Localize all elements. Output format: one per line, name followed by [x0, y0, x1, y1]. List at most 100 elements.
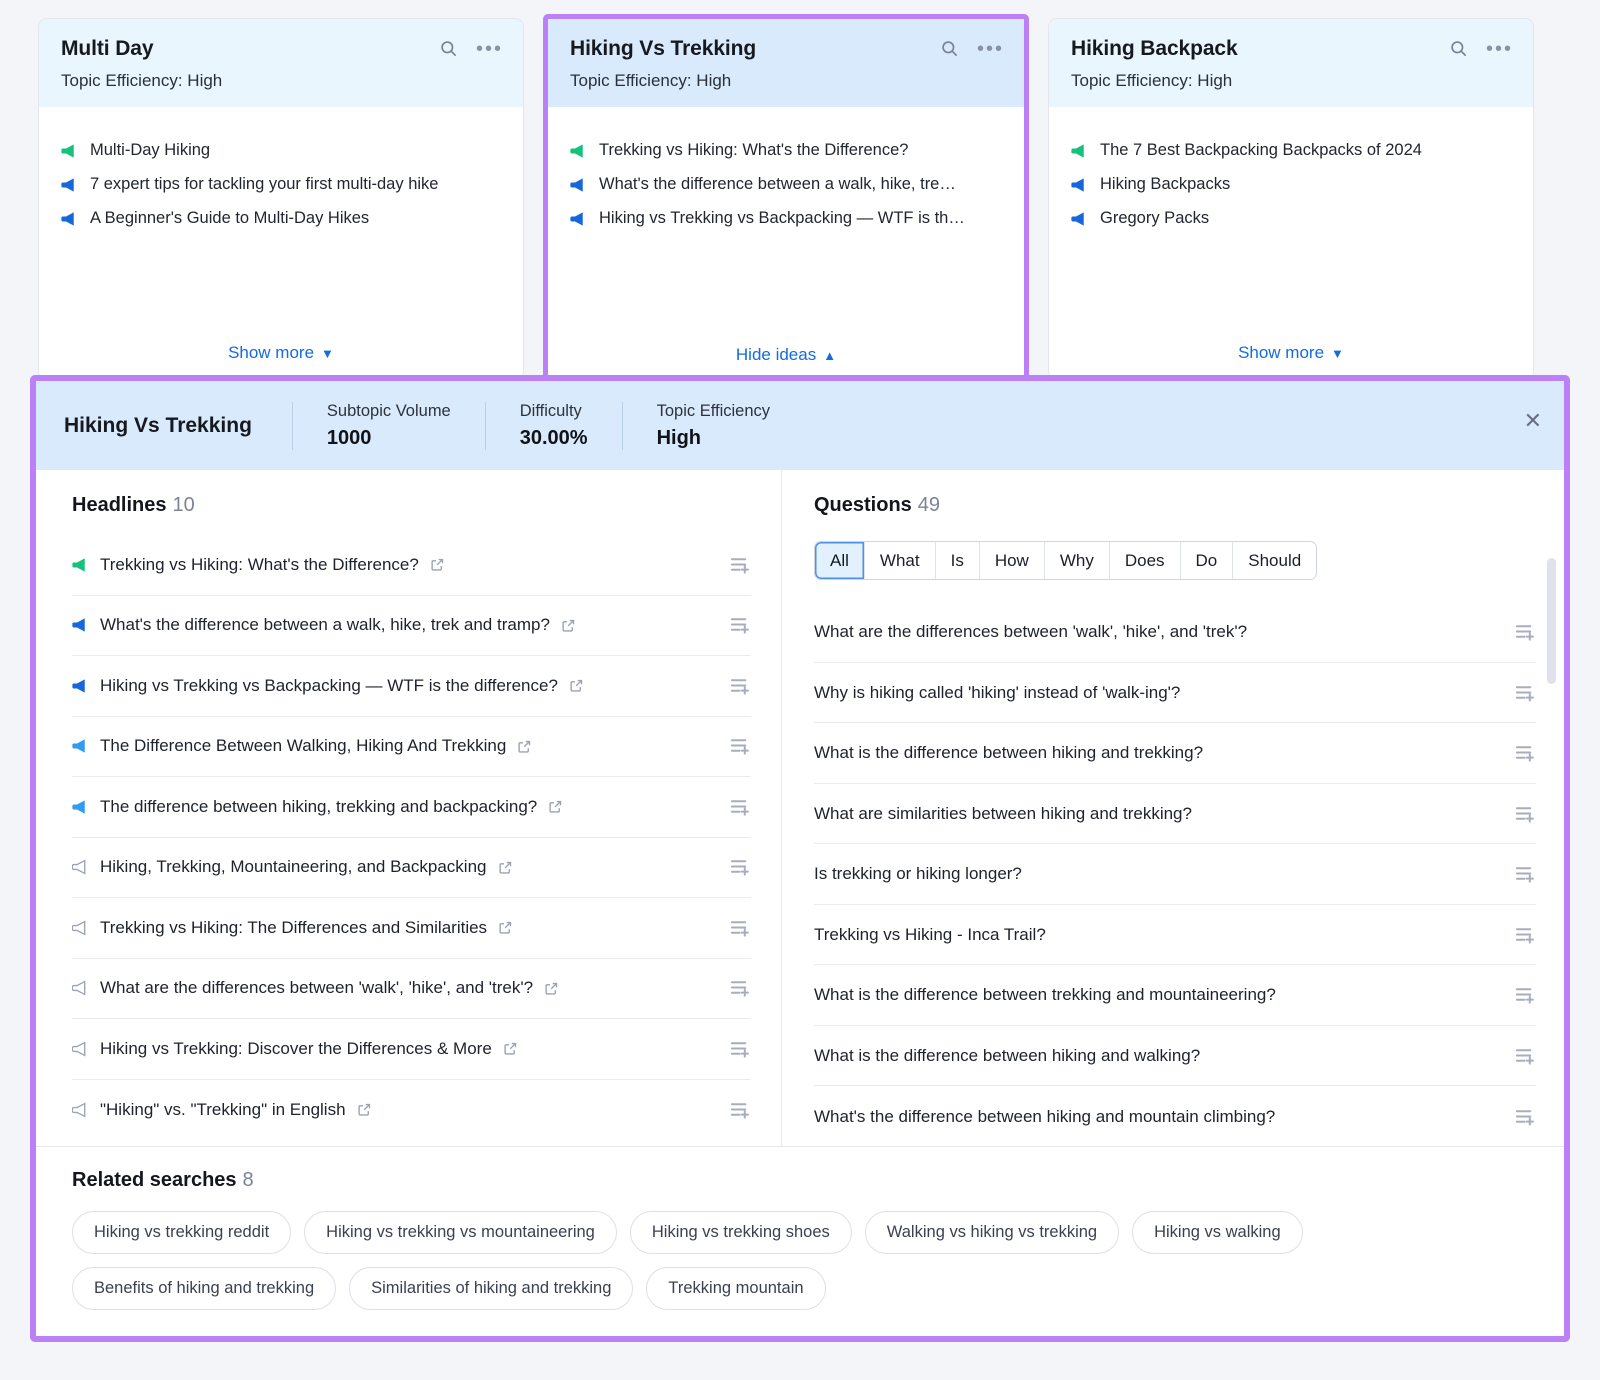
question-row[interactable]: What are similarities between hiking and…: [814, 784, 1536, 845]
question-filter-how[interactable]: How: [980, 542, 1045, 579]
related-search-chip[interactable]: Benefits of hiking and trekking: [72, 1267, 336, 1310]
external-link-icon[interactable]: [503, 1041, 518, 1056]
search-icon[interactable]: [940, 39, 959, 58]
question-filter-should[interactable]: Should: [1233, 542, 1316, 579]
show-more-button[interactable]: Show more ▼: [228, 343, 334, 363]
related-search-chip[interactable]: Trekking mountain: [646, 1267, 825, 1310]
megaphone-icon: [72, 859, 91, 875]
metric-value: High: [657, 427, 770, 450]
search-icon[interactable]: [439, 39, 458, 58]
question-row[interactable]: What's the difference between hiking and…: [814, 1086, 1536, 1147]
add-to-list-icon[interactable]: [730, 798, 751, 816]
add-to-list-icon[interactable]: [730, 737, 751, 755]
question-row[interactable]: What is the difference between hiking an…: [814, 723, 1536, 784]
list-item[interactable]: Hiking Backpacks: [1071, 175, 1513, 194]
headline-row[interactable]: What's the difference between a walk, hi…: [72, 596, 751, 657]
chevron-down-icon: ▼: [321, 346, 334, 361]
headline-row[interactable]: Hiking vs Trekking: Discover the Differe…: [72, 1019, 751, 1080]
add-to-list-icon[interactable]: [730, 1040, 751, 1058]
external-link-icon[interactable]: [357, 1102, 372, 1117]
list-item[interactable]: 7 expert tips for tackling your first mu…: [61, 175, 503, 194]
more-options-icon[interactable]: •••: [476, 43, 503, 55]
add-to-list-icon[interactable]: [1515, 865, 1536, 883]
add-to-list-icon[interactable]: [730, 979, 751, 997]
more-options-icon[interactable]: •••: [1486, 43, 1513, 55]
headline-row[interactable]: The difference between hiking, trekking …: [72, 777, 751, 838]
add-to-list-icon[interactable]: [1515, 684, 1536, 702]
question-filter-is[interactable]: Is: [936, 542, 980, 579]
headline-row[interactable]: Trekking vs Hiking: What's the Differenc…: [72, 535, 751, 596]
headline-label: The difference between hiking, trekking …: [100, 797, 537, 817]
question-filter-all[interactable]: All: [815, 542, 865, 579]
question-row[interactable]: What are the differences between 'walk',…: [814, 602, 1536, 663]
add-to-list-icon[interactable]: [730, 858, 751, 876]
external-link-icon[interactable]: [498, 860, 513, 875]
add-to-list-icon[interactable]: [730, 556, 751, 574]
question-filter-why[interactable]: Why: [1045, 542, 1110, 579]
more-options-icon[interactable]: •••: [977, 43, 1004, 55]
close-icon[interactable]: ✕: [1524, 410, 1542, 432]
headline-row[interactable]: What are the differences between 'walk',…: [72, 959, 751, 1020]
external-link-icon[interactable]: [544, 981, 559, 996]
question-row[interactable]: Trekking vs Hiking - Inca Trail?: [814, 905, 1536, 966]
megaphone-icon: [1071, 143, 1090, 159]
question-row[interactable]: What is the difference between hiking an…: [814, 1026, 1536, 1087]
question-row[interactable]: Is trekking or hiking longer?: [814, 844, 1536, 905]
list-item[interactable]: Gregory Packs: [1071, 209, 1513, 228]
add-to-list-icon[interactable]: [1515, 926, 1536, 944]
external-link-icon[interactable]: [430, 557, 445, 572]
subtopic-card-hiking-vs-trekking-highlight[interactable]: Hiking Vs Trekking ••• Topic Efficiency:…: [543, 14, 1029, 386]
add-to-list-icon[interactable]: [1515, 623, 1536, 641]
questions-scrollbar[interactable]: [1547, 558, 1556, 684]
headline-row[interactable]: Trekking vs Hiking: The Differences and …: [72, 898, 751, 959]
list-item[interactable]: Hiking vs Trekking vs Backpacking — WTF …: [570, 209, 1004, 228]
related-search-chip[interactable]: Hiking vs walking: [1132, 1211, 1303, 1254]
add-to-list-icon[interactable]: [730, 616, 751, 634]
card-title: Hiking Vs Trekking: [570, 37, 940, 60]
card-ideas-list: Trekking vs Hiking: What's the Differenc…: [548, 107, 1024, 345]
list-item[interactable]: What's the difference between a walk, hi…: [570, 175, 1004, 194]
add-to-list-icon[interactable]: [1515, 805, 1536, 823]
external-link-icon[interactable]: [561, 618, 576, 633]
question-label: What are similarities between hiking and…: [814, 804, 1192, 824]
question-filter-do[interactable]: Do: [1181, 542, 1234, 579]
external-link-icon[interactable]: [569, 678, 584, 693]
add-to-list-icon[interactable]: [1515, 1108, 1536, 1126]
headline-label: What's the difference between a walk, hi…: [100, 615, 550, 635]
questions-list: What are the differences between 'walk',…: [782, 602, 1564, 1147]
headline-text: The difference between hiking, trekking …: [72, 797, 730, 817]
related-search-chip[interactable]: Hiking vs trekking vs mountaineering: [304, 1211, 617, 1254]
headline-row[interactable]: Hiking, Trekking, Mountaineering, and Ba…: [72, 838, 751, 899]
external-link-icon[interactable]: [548, 799, 563, 814]
search-icon[interactable]: [1449, 39, 1468, 58]
related-search-chip[interactable]: Similarities of hiking and trekking: [349, 1267, 633, 1310]
add-to-list-icon[interactable]: [1515, 744, 1536, 762]
question-filter-segmented-control[interactable]: AllWhatIsHowWhyDoesDoShould: [814, 541, 1317, 580]
related-search-chip[interactable]: Walking vs hiking vs trekking: [865, 1211, 1119, 1254]
question-row[interactable]: Why is hiking called 'hiking' instead of…: [814, 663, 1536, 724]
show-more-button[interactable]: Show more ▼: [1238, 343, 1344, 363]
list-item[interactable]: Trekking vs Hiking: What's the Differenc…: [570, 141, 1004, 160]
add-to-list-icon[interactable]: [730, 677, 751, 695]
question-filter-what[interactable]: What: [865, 542, 936, 579]
add-to-list-icon[interactable]: [1515, 1047, 1536, 1065]
question-filter-does[interactable]: Does: [1110, 542, 1181, 579]
external-link-icon[interactable]: [517, 739, 532, 754]
add-to-list-icon[interactable]: [1515, 986, 1536, 1004]
headline-row[interactable]: "Hiking" vs. "Trekking" in English: [72, 1080, 751, 1141]
headline-row[interactable]: Hiking vs Trekking vs Backpacking — WTF …: [72, 656, 751, 717]
subtopic-card-hiking-backpack[interactable]: Hiking Backpack ••• Topic Efficiency: Hi…: [1048, 18, 1534, 380]
external-link-icon[interactable]: [498, 920, 513, 935]
add-to-list-icon[interactable]: [730, 919, 751, 937]
hide-ideas-button[interactable]: Hide ideas ▲: [736, 345, 836, 365]
list-item[interactable]: Multi-Day Hiking: [61, 141, 503, 160]
headline-row[interactable]: The Difference Between Walking, Hiking A…: [72, 717, 751, 778]
add-to-list-icon[interactable]: [730, 1101, 751, 1119]
related-searches-title: Related searches: [72, 1169, 237, 1191]
related-search-chip[interactable]: Hiking vs trekking reddit: [72, 1211, 291, 1254]
subtopic-card-multi-day[interactable]: Multi Day ••• Topic Efficiency: High Mul: [38, 18, 524, 380]
list-item[interactable]: A Beginner's Guide to Multi-Day Hikes: [61, 209, 503, 228]
list-item[interactable]: The 7 Best Backpacking Backpacks of 2024: [1071, 141, 1513, 160]
question-row[interactable]: What is the difference between trekking …: [814, 965, 1536, 1026]
related-search-chip[interactable]: Hiking vs trekking shoes: [630, 1211, 852, 1254]
